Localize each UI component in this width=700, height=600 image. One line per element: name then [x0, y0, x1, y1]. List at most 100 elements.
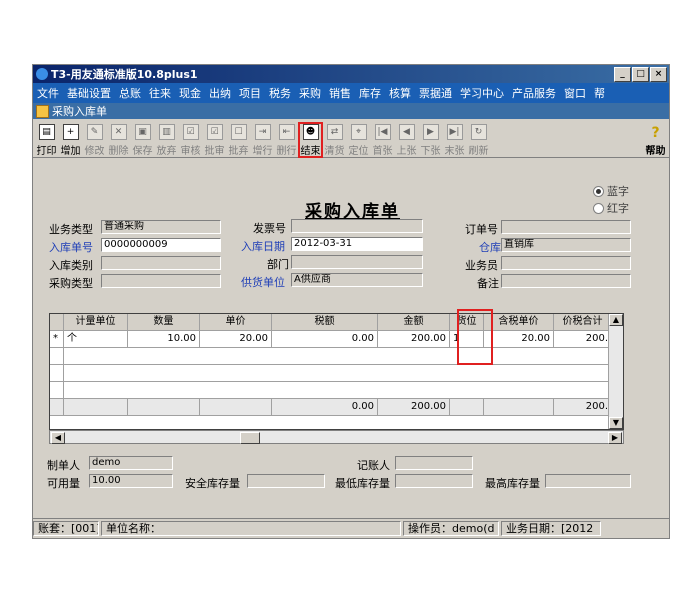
locate-button[interactable]: ⌖ 定位: [347, 123, 370, 157]
delete-button[interactable]: ✕ 删除: [107, 123, 130, 157]
grid-header-row: 计量单位 数量 单价 税额 金额 货位 含税单价 价税合计: [50, 314, 623, 331]
col-amount[interactable]: 金额: [378, 314, 450, 330]
col-tax[interactable]: 税额: [272, 314, 378, 330]
scroll-down-icon[interactable]: ▼: [609, 417, 623, 429]
table-row-empty[interactable]: [50, 365, 623, 382]
menu-sales[interactable]: 销售: [325, 85, 355, 101]
receipt-date-label: 入库日期: [241, 240, 285, 253]
order-no-field[interactable]: [501, 220, 631, 234]
col-total[interactable]: 价税合计: [554, 314, 612, 330]
first-icon: |◀: [374, 124, 391, 140]
radio-blue[interactable]: 蓝字: [593, 183, 629, 199]
receipt-no-field[interactable]: 0000000009: [101, 238, 221, 252]
scroll-thumb[interactable]: [240, 432, 260, 444]
maximize-button[interactable]: □: [632, 66, 649, 82]
cell-amount[interactable]: 200.00: [378, 331, 450, 347]
menu-general-ledger[interactable]: 总账: [115, 85, 145, 101]
invoice-no-field[interactable]: [291, 219, 423, 233]
add-button[interactable]: + 增加: [59, 123, 82, 157]
purchase-type-field[interactable]: [101, 274, 221, 288]
print-button[interactable]: ▤ 打印: [35, 123, 58, 157]
menu-accounts[interactable]: 往来: [145, 85, 175, 101]
warehouse-field[interactable]: 直销库: [501, 238, 631, 252]
cell-tax-price[interactable]: 20.00: [484, 331, 554, 347]
remark-label: 备注: [477, 277, 499, 290]
delete-row-button[interactable]: ⇤ 删行: [275, 123, 298, 157]
status-account: 账套：[001]测试: [33, 521, 99, 536]
menu-costing[interactable]: 核算: [385, 85, 415, 101]
menu-file[interactable]: 文件: [33, 85, 63, 101]
menu-purchase[interactable]: 采购: [295, 85, 325, 101]
receipt-cat-field[interactable]: [101, 256, 221, 270]
batch-discard-button[interactable]: ☐ 批弃: [227, 123, 250, 157]
col-price[interactable]: 单价: [200, 314, 272, 330]
salesman-field[interactable]: [501, 256, 631, 270]
col-tax-price[interactable]: 含税单价: [484, 314, 554, 330]
last-button[interactable]: ▶| 末张: [443, 123, 466, 157]
biz-type-label: 业务类型: [49, 223, 93, 236]
batch-approve-button[interactable]: ☑ 批审: [203, 123, 226, 157]
min-stock-field: [395, 474, 473, 488]
discard-button[interactable]: ▥ 放弃: [155, 123, 178, 157]
menu-inventory[interactable]: 库存: [355, 85, 385, 101]
delete-row-icon: ⇤: [278, 124, 295, 140]
clear-icon: ⇄: [326, 124, 343, 140]
supplier-label: 供货单位: [241, 276, 285, 289]
menu-basic-settings[interactable]: 基础设置: [63, 85, 115, 101]
menu-project[interactable]: 项目: [235, 85, 265, 101]
first-button[interactable]: |◀ 首张: [371, 123, 394, 157]
status-operator: 操作员：demo(d: [403, 521, 499, 536]
finish-button[interactable]: ☻ 结束: [298, 122, 323, 158]
menu-learning[interactable]: 学习中心: [456, 85, 508, 101]
next-button[interactable]: ▶ 下张: [419, 123, 442, 157]
edit-button[interactable]: ✎ 修改: [83, 123, 106, 157]
cell-unit[interactable]: 个: [64, 331, 128, 347]
radio-red-dot: [593, 202, 604, 214]
scroll-left-icon[interactable]: ◀: [51, 432, 65, 444]
prev-button[interactable]: ◀ 上张: [395, 123, 418, 157]
clear-button[interactable]: ⇄ 清货: [323, 123, 346, 157]
menu-window[interactable]: 窗口: [560, 85, 590, 101]
save-button[interactable]: ▣ 保存: [131, 123, 154, 157]
batch-approve-icon: ☑: [206, 124, 223, 140]
scroll-up-icon[interactable]: ▲: [609, 314, 623, 326]
maker-label: 制单人: [47, 459, 80, 472]
refresh-button[interactable]: ↻ 刷新: [467, 123, 490, 157]
menu-tax[interactable]: 税务: [265, 85, 295, 101]
add-row-button[interactable]: ⇥ 增行: [251, 123, 274, 157]
invoice-no-label: 发票号: [253, 222, 286, 235]
radio-blue-label: 蓝字: [607, 185, 629, 198]
radio-red[interactable]: 红字: [593, 200, 629, 216]
menu-cash[interactable]: 现金: [175, 85, 205, 101]
menu-bills[interactable]: 票据通: [415, 85, 456, 101]
approve-button[interactable]: ☑ 审核: [179, 123, 202, 157]
batch-approve-label: 批审: [204, 146, 225, 157]
receipt-date-field[interactable]: 2012-03-31: [291, 237, 423, 251]
table-row-empty[interactable]: [50, 348, 623, 365]
last-label: 末张: [444, 146, 465, 157]
cell-qty[interactable]: 10.00: [128, 331, 200, 347]
table-row[interactable]: * 个 10.00 20.00 0.00 200.00 1 20.00 200.: [50, 331, 623, 348]
close-button[interactable]: ×: [650, 66, 667, 82]
cell-tax[interactable]: 0.00: [272, 331, 378, 347]
table-row-empty[interactable]: [50, 382, 623, 399]
biz-type-field[interactable]: 普通采购: [101, 220, 221, 234]
remark-field[interactable]: [501, 274, 631, 288]
supplier-field[interactable]: A供应商: [291, 273, 423, 287]
grid-vertical-scrollbar[interactable]: ▲ ▼: [608, 314, 623, 429]
menu-help[interactable]: 帮: [590, 85, 609, 101]
cell-price[interactable]: 20.00: [200, 331, 272, 347]
col-qty[interactable]: 数量: [128, 314, 200, 330]
help-button[interactable]: ? 帮助: [644, 123, 667, 157]
maker-field: demo: [89, 456, 173, 470]
status-unit: 单位名称：: [101, 521, 401, 536]
edit-label: 修改: [84, 146, 105, 157]
menu-products[interactable]: 产品服务: [508, 85, 560, 101]
grid-horizontal-scrollbar[interactable]: ◀ ▶: [49, 430, 624, 444]
scroll-right-icon[interactable]: ▶: [608, 432, 622, 444]
cell-total[interactable]: 200.: [554, 331, 612, 347]
menu-cashier[interactable]: 出纳: [205, 85, 235, 101]
col-unit[interactable]: 计量单位: [64, 314, 128, 330]
minimize-button[interactable]: _: [614, 66, 631, 82]
dept-field[interactable]: [291, 255, 423, 269]
